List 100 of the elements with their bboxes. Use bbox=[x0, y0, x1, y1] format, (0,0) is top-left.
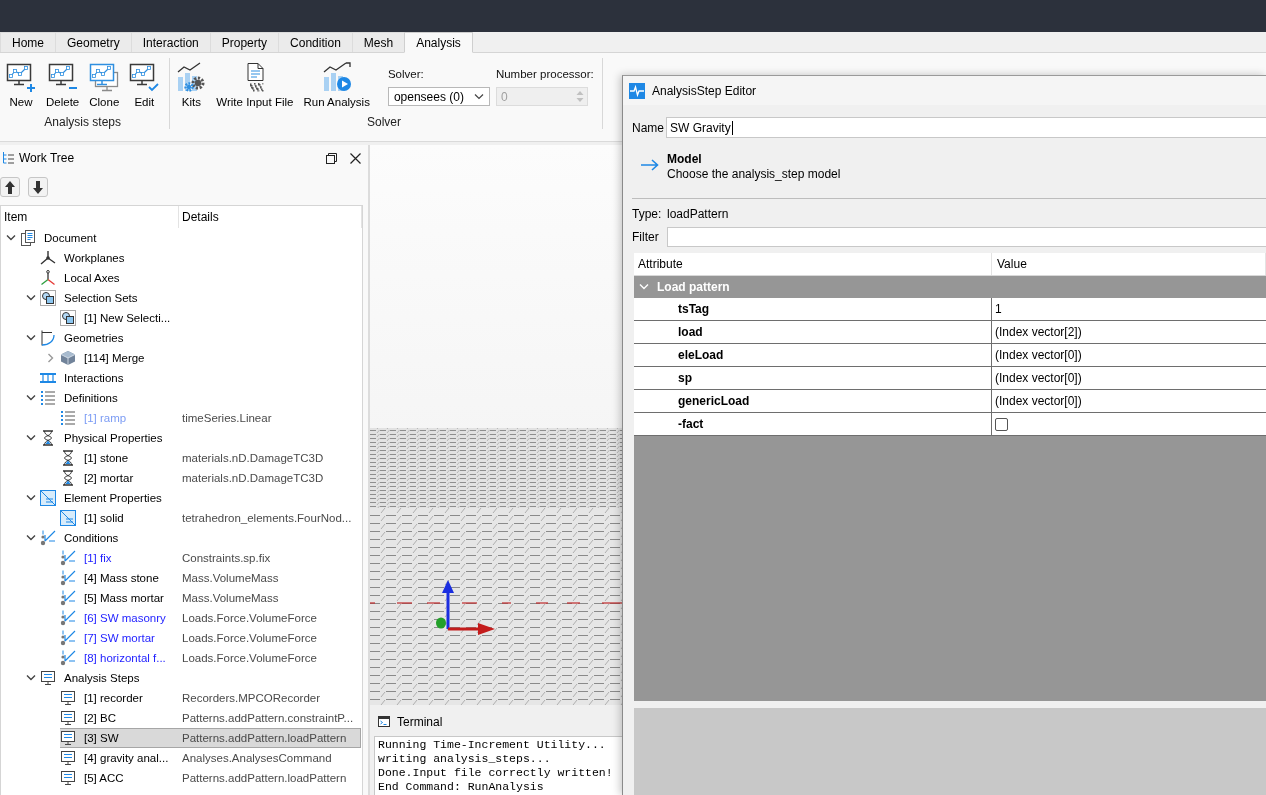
restore-icon[interactable] bbox=[326, 152, 337, 164]
tree-item-label: [4] Mass stone bbox=[84, 572, 159, 584]
tree-item-label: [1] stone bbox=[84, 452, 129, 464]
tree-item-label: Workplanes bbox=[64, 252, 125, 264]
tripod-icon bbox=[40, 250, 56, 266]
remove-chart-icon bbox=[47, 62, 78, 92]
tree-item[interactable]: Interactions bbox=[40, 368, 361, 388]
tree-item[interactable]: [1] stone materials.nD.DamageTC3D bbox=[60, 448, 361, 468]
arrow-right-icon bbox=[641, 159, 659, 171]
tree-item-details: Patterns.addPattern.loadPattern bbox=[182, 772, 347, 784]
chevron-down-icon[interactable] bbox=[25, 675, 36, 681]
tree-item-details: timeSeries.Linear bbox=[182, 412, 272, 424]
ribbon-tab[interactable]: Analysis bbox=[404, 32, 473, 53]
tree-item-details: Loads.Force.VolumeForce bbox=[182, 632, 317, 644]
arrows-to-dots-icon bbox=[60, 570, 76, 586]
attribute-cell: sp bbox=[634, 367, 992, 390]
tree-item[interactable]: [2] BC Patterns.addPattern.constraintP... bbox=[60, 708, 361, 728]
chevron-down-icon[interactable] bbox=[25, 295, 36, 301]
move-down-button[interactable] bbox=[28, 177, 48, 197]
tree-item[interactable]: [4] Mass stone Mass.VolumeMass bbox=[60, 568, 361, 588]
new-button[interactable]: New bbox=[4, 62, 38, 108]
column-header[interactable]: Value bbox=[992, 253, 1266, 275]
tree-item[interactable]: Element Properties bbox=[40, 488, 361, 508]
tree-item[interactable]: Local Axes bbox=[40, 268, 361, 288]
tree-item[interactable]: [1] ramp timeSeries.Linear bbox=[60, 408, 361, 428]
dialog-title: AnalysisStep Editor bbox=[652, 83, 757, 98]
delete-button[interactable]: Delete bbox=[44, 62, 82, 108]
checkbox[interactable] bbox=[995, 417, 1008, 431]
close-icon[interactable] bbox=[350, 152, 361, 164]
value-cell: (Index vector[0]) bbox=[992, 390, 1266, 413]
tree-item[interactable]: Definitions bbox=[40, 388, 361, 408]
chevron-down-icon[interactable] bbox=[5, 235, 16, 241]
kits-button[interactable]: Kits bbox=[174, 62, 209, 108]
tree-item[interactable]: [5] ACC Patterns.addPattern.loadPattern bbox=[60, 768, 361, 788]
tree-item[interactable]: Physical Properties bbox=[40, 428, 361, 448]
selection-set-icon bbox=[60, 310, 76, 326]
ribbon-tab[interactable]: Property bbox=[209, 32, 280, 52]
tree-item[interactable]: [2] mortar materials.nD.DamageTC3D bbox=[60, 468, 361, 488]
attribute-cell: genericLoad bbox=[634, 390, 992, 413]
value-cell: (Index vector[0]) bbox=[992, 367, 1266, 390]
tree-item[interactable]: [1] New Selecti... bbox=[60, 308, 361, 328]
tree-item[interactable]: [6] SW masonry Loads.Force.VolumeForce bbox=[60, 608, 361, 628]
list-icon bbox=[60, 410, 76, 426]
tree-item-label: [7] SW mortar bbox=[84, 632, 155, 644]
tree-item[interactable]: [1] recorder Recorders.MPCORecorder bbox=[60, 688, 361, 708]
tree-item[interactable]: Conditions bbox=[40, 528, 361, 548]
name-field[interactable]: SW Gravity bbox=[666, 117, 1266, 138]
terminal-line: Done.Input file correctly written! bbox=[378, 766, 614, 780]
chevron-down-icon[interactable] bbox=[25, 535, 36, 541]
tree-item[interactable]: [8] horizontal f... Loads.Force.VolumeForce bbox=[60, 648, 361, 668]
column-header[interactable]: Details bbox=[179, 206, 362, 228]
selection-set-icon bbox=[40, 290, 56, 306]
ribbon-tab[interactable]: Geometry bbox=[55, 32, 132, 52]
ribbon-tab[interactable]: Interaction bbox=[130, 32, 211, 52]
ribbon-tab[interactable]: Mesh bbox=[351, 32, 406, 52]
processor-label: Number processor: bbox=[495, 67, 594, 81]
arrows-to-dots-icon bbox=[60, 550, 76, 566]
terminal-line: writing analysis_steps... bbox=[378, 752, 552, 766]
section-subtitle: Choose the analysis_step model bbox=[667, 167, 841, 182]
tree-item-label: Local Axes bbox=[64, 272, 120, 284]
attribute-cell: tsTag bbox=[634, 298, 992, 321]
filter-field[interactable] bbox=[667, 227, 1266, 247]
add-chart-icon bbox=[6, 62, 36, 92]
tree-item[interactable]: Document bbox=[20, 228, 361, 248]
tree-item[interactable]: [3] SW Patterns.addPattern.loadPattern bbox=[60, 728, 361, 748]
curve-icon bbox=[40, 330, 56, 346]
arrows-to-dots-icon bbox=[40, 530, 56, 546]
chevron-down-icon[interactable] bbox=[25, 335, 36, 341]
value-cell: 1 bbox=[992, 298, 1266, 321]
chevron-down-icon[interactable] bbox=[25, 435, 36, 441]
monitor-icon bbox=[60, 710, 76, 726]
column-header[interactable]: Item bbox=[1, 206, 179, 228]
ribbon-tab[interactable]: Home bbox=[0, 32, 56, 52]
tree-item-label: Element Properties bbox=[64, 492, 162, 504]
tree-item[interactable]: Analysis Steps bbox=[40, 668, 361, 688]
chevron-down-icon[interactable] bbox=[25, 495, 36, 501]
filter-label: Filter bbox=[632, 230, 660, 244]
tree-item[interactable]: [1] fix Constraints.sp.fix bbox=[60, 548, 361, 568]
tree-item[interactable]: Geometries bbox=[40, 328, 361, 348]
tree-item[interactable]: [5] Mass mortar Mass.VolumeMass bbox=[60, 588, 361, 608]
solver-dropdown[interactable]: opensees (0) bbox=[387, 87, 490, 106]
write-input-file-button[interactable]: Write Input File bbox=[214, 62, 296, 108]
attribute-cell: -fact bbox=[634, 413, 992, 436]
tree-item[interactable]: [4] gravity anal... Analyses.AnalysesCommand bbox=[60, 748, 361, 768]
clone-button[interactable]: Clone bbox=[87, 62, 122, 108]
tree-item-details: tetrahedron_elements.FourNod... bbox=[182, 512, 352, 524]
edit-button[interactable]: Edit bbox=[127, 62, 162, 108]
move-up-button[interactable] bbox=[0, 177, 20, 197]
tree-item[interactable]: [114] Merge bbox=[60, 348, 361, 368]
tree-item[interactable]: [1] solid tetrahedron_elements.FourNod... bbox=[60, 508, 361, 528]
monitor-icon bbox=[60, 730, 76, 746]
attribute-cell: load bbox=[634, 321, 992, 344]
chevron-down-icon[interactable] bbox=[25, 395, 36, 401]
tree-item[interactable]: Selection Sets bbox=[40, 288, 361, 308]
tree-item[interactable]: Workplanes bbox=[40, 248, 361, 268]
tree-item-label: Analysis Steps bbox=[64, 672, 140, 684]
ribbon-tab[interactable]: Condition bbox=[278, 32, 353, 52]
column-header[interactable]: Attribute bbox=[634, 253, 992, 275]
run-analysis-button[interactable]: Run Analysis bbox=[301, 62, 372, 108]
tree-item[interactable]: [7] SW mortar Loads.Force.VolumeForce bbox=[60, 628, 361, 648]
